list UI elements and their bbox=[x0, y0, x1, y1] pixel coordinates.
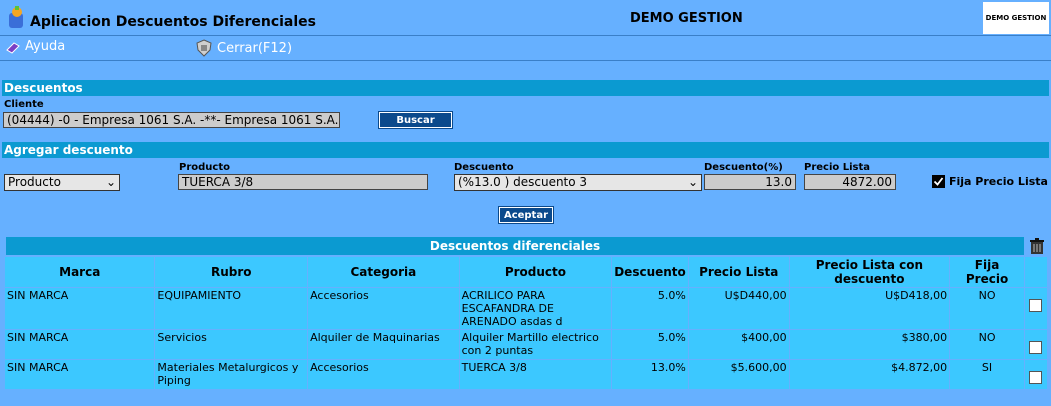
col-marca: Marca bbox=[3, 256, 156, 288]
cell-categoria: Accesorios bbox=[307, 359, 460, 390]
shield-exit-icon bbox=[196, 39, 212, 57]
table-header-row: Marca Rubro Categoria Producto Descuento… bbox=[3, 256, 1049, 288]
close-label: Cerrar(F12) bbox=[217, 40, 293, 56]
cell-rubro: Servicios bbox=[154, 329, 309, 360]
menu-bar bbox=[0, 36, 1051, 61]
row-checkbox-cell bbox=[1023, 359, 1049, 390]
cell-descuento: 5.0% bbox=[611, 287, 689, 330]
brand-logo: DEMO GESTION bbox=[983, 2, 1049, 34]
descuento-select-value: (%13.0 ) descuento 3 bbox=[458, 175, 588, 189]
cell-fija: NO bbox=[949, 287, 1025, 330]
col-producto: Producto bbox=[458, 256, 613, 288]
chevron-down-icon: ⌄ bbox=[687, 175, 698, 189]
cell-producto: TUERCA 3/8 bbox=[458, 359, 613, 390]
cell-precio: $5.600,00 bbox=[687, 359, 790, 390]
cell-rubro: EQUIPAMIENTO bbox=[154, 287, 309, 330]
buscar-button[interactable]: Buscar bbox=[378, 111, 453, 129]
app-title: Aplicacion Descuentos Diferenciales bbox=[30, 14, 316, 30]
cell-fija: NO bbox=[949, 329, 1025, 360]
cliente-label: Cliente bbox=[4, 99, 44, 110]
row-checkbox[interactable] bbox=[1029, 299, 1043, 312]
col-select bbox=[1023, 256, 1049, 288]
cell-producto: ACRILICO PARA ESCAFANDRA DE ARENADO asda… bbox=[458, 287, 613, 330]
fija-precio-checkbox[interactable] bbox=[932, 175, 945, 188]
tipo-select-value: Producto bbox=[8, 175, 61, 189]
cell-rubro: Materiales Metalurgicos y Piping bbox=[154, 359, 309, 390]
cell-precio: $400,00 bbox=[687, 329, 790, 360]
aceptar-button[interactable]: Aceptar bbox=[498, 206, 554, 224]
descuentos-section-header: Descuentos bbox=[2, 80, 1049, 96]
trash-can-icon[interactable] bbox=[1028, 237, 1046, 255]
chevron-down-icon: ⌄ bbox=[105, 175, 116, 189]
descuento-label: Descuento bbox=[454, 162, 514, 173]
cliente-field[interactable]: (04444) -0 - Empresa 1061 S.A. -**- Empr… bbox=[3, 112, 340, 128]
porcentaje-label: Descuento(%) bbox=[704, 162, 783, 173]
fija-precio-label: Fija Precio Lista bbox=[949, 175, 1048, 188]
col-precio-lista: Precio Lista bbox=[687, 256, 790, 288]
cell-producto: Alquiler Martillo electrico con 2 puntas bbox=[458, 329, 613, 360]
cell-categoria: Alquiler de Maquinarias bbox=[307, 329, 460, 360]
cell-precio: U$D440,00 bbox=[687, 287, 790, 330]
cell-marca: SIN MARCA bbox=[3, 287, 156, 330]
cell-precio-desc: $380,00 bbox=[788, 329, 951, 360]
col-rubro: Rubro bbox=[154, 256, 309, 288]
help-label: Ayuda bbox=[25, 39, 66, 54]
table-row: SIN MARCA Servicios Alquiler de Maquinar… bbox=[3, 329, 1049, 360]
row-checkbox[interactable] bbox=[1029, 371, 1043, 384]
cell-precio-desc: U$D418,00 bbox=[788, 287, 951, 330]
help-book-icon bbox=[6, 41, 20, 54]
app-logo-icon bbox=[9, 6, 23, 28]
cell-marca: SIN MARCA bbox=[3, 359, 156, 390]
table-row: SIN MARCA EQUIPAMIENTO Accesorios ACRILI… bbox=[3, 287, 1049, 330]
cell-marca: SIN MARCA bbox=[3, 329, 156, 360]
precio-lista-field[interactable]: 4872.00 bbox=[804, 174, 896, 190]
table-row: SIN MARCA Materiales Metalurgicos y Pipi… bbox=[3, 359, 1049, 390]
col-categoria: Categoria bbox=[307, 256, 460, 288]
porcentaje-field[interactable]: 13.0 bbox=[704, 174, 796, 190]
cell-precio-desc: $4.872,00 bbox=[788, 359, 951, 390]
descuentos-table: Marca Rubro Categoria Producto Descuento… bbox=[3, 256, 1049, 390]
tipo-select[interactable]: Producto ⌄ bbox=[4, 174, 120, 191]
descuento-select[interactable]: (%13.0 ) descuento 3 ⌄ bbox=[454, 174, 702, 191]
row-checkbox[interactable] bbox=[1029, 341, 1043, 354]
producto-field[interactable]: TUERCA 3/8 bbox=[178, 174, 428, 190]
cell-categoria: Accesorios bbox=[307, 287, 460, 330]
row-checkbox-cell bbox=[1023, 329, 1049, 360]
col-fija-precio: Fija Precio bbox=[949, 256, 1025, 288]
fija-precio-toggle[interactable]: Fija Precio Lista bbox=[932, 175, 1048, 188]
grid-title: Descuentos diferenciales bbox=[6, 237, 1024, 255]
company-name: DEMO GESTION bbox=[630, 11, 743, 26]
agregar-section-header: Agregar descuento bbox=[2, 142, 1049, 158]
col-descuento: Descuento bbox=[611, 256, 689, 288]
cell-descuento: 5.0% bbox=[611, 329, 689, 360]
cell-fija: SI bbox=[949, 359, 1025, 390]
producto-label: Producto bbox=[179, 162, 230, 173]
row-checkbox-cell bbox=[1023, 287, 1049, 330]
help-menu-item[interactable]: Ayuda bbox=[5, 39, 65, 54]
cell-descuento: 13.0% bbox=[611, 359, 689, 390]
close-menu-item[interactable]: Cerrar(F12) bbox=[195, 39, 292, 57]
precio-lista-label: Precio Lista bbox=[804, 162, 871, 173]
col-precio-descuento: Precio Lista con descuento bbox=[788, 256, 951, 288]
